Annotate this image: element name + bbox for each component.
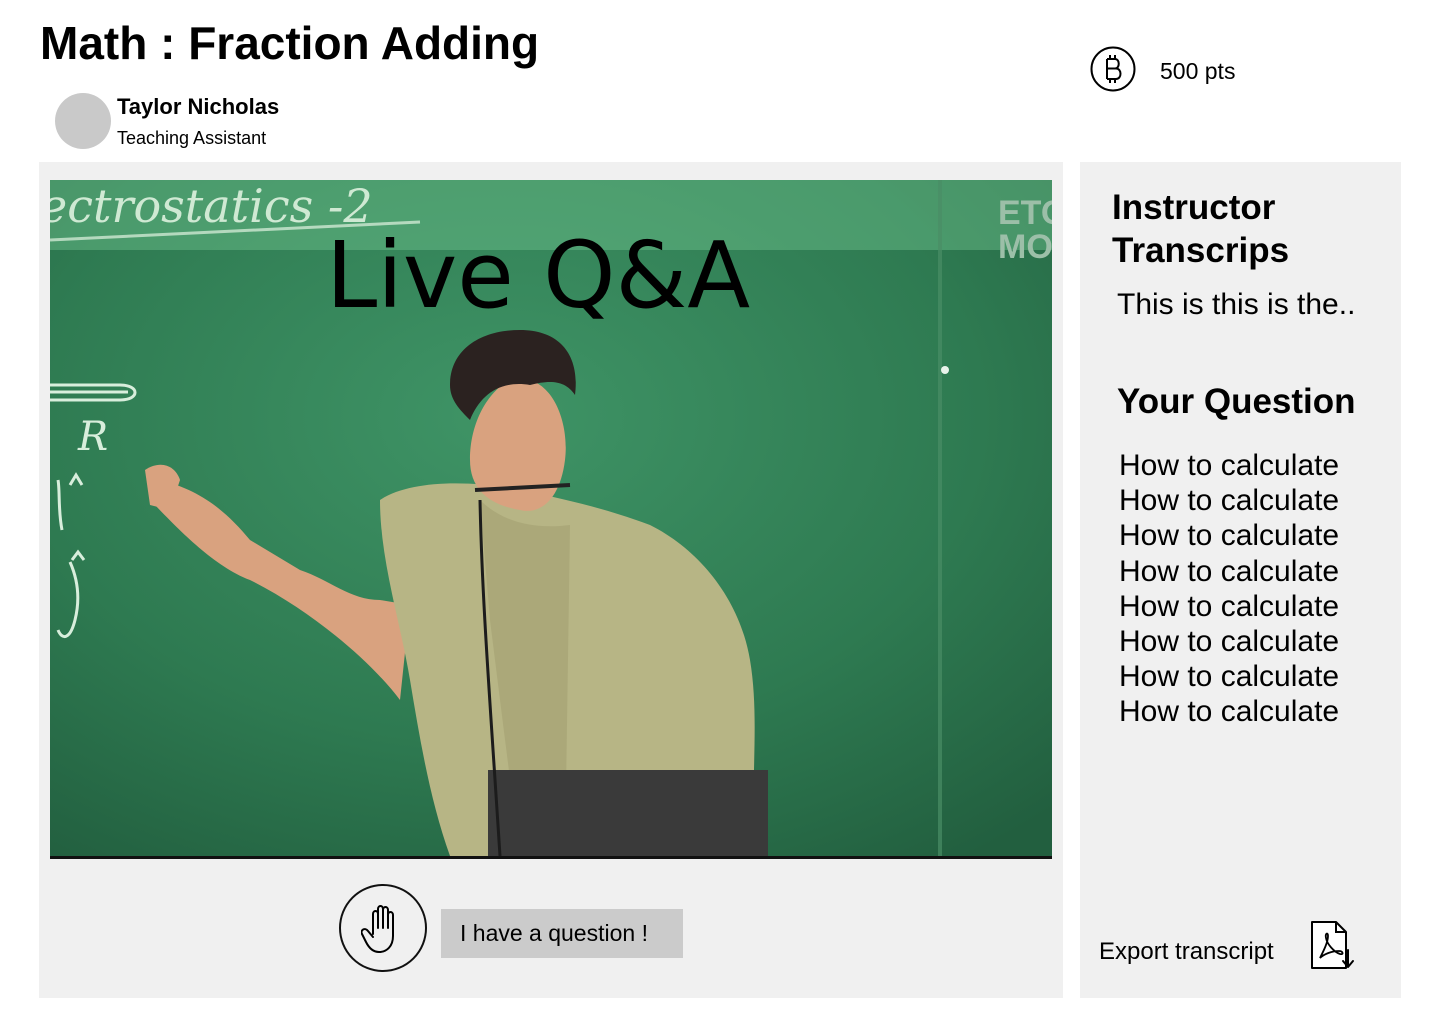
board-letter-r: R: [77, 414, 108, 460]
live-qa-page: Math : Fraction Adding Taylor Nicholas T…: [0, 0, 1440, 1024]
question-item[interactable]: How to calculate: [1119, 448, 1339, 483]
question-list: How to calculate How to calculate How to…: [1119, 448, 1339, 730]
question-item[interactable]: How to calculate: [1119, 518, 1339, 553]
ta-name: Taylor Nicholas: [117, 94, 280, 119]
bitcoin-icon: [1090, 46, 1136, 92]
avatar: [55, 93, 111, 149]
question-item[interactable]: How to calculate: [1119, 694, 1339, 729]
question-item[interactable]: How to calculate: [1119, 624, 1339, 659]
question-item[interactable]: How to calculate: [1119, 554, 1339, 589]
export-transcript-link[interactable]: Export transcript: [1099, 938, 1274, 966]
board-heading: ectrostatics -2: [50, 180, 373, 233]
question-item[interactable]: How to calculate: [1119, 483, 1339, 518]
watermark-line2: MO: [998, 228, 1052, 266]
raise-hand-icon: [361, 905, 394, 953]
ta-role: Teaching Assistant: [117, 128, 267, 148]
question-item[interactable]: How to calculate: [1119, 659, 1339, 694]
transcript-text: This is this is the..: [1117, 288, 1356, 321]
your-question-heading: Your Question: [1117, 382, 1356, 421]
pdf-download-icon[interactable]: [1310, 920, 1356, 972]
live-qa-title: Live Q&A: [326, 222, 751, 329]
watermark-line1: ETO: [998, 194, 1052, 232]
raise-hand-button[interactable]: [339, 884, 427, 972]
video-panel: ectrostatics -2 ETO MO R: [39, 162, 1063, 998]
ask-question-button[interactable]: I have a question !: [441, 909, 683, 958]
transcript-panel: Instructor Transcrips This is this is th…: [1080, 162, 1401, 998]
transcript-heading: Instructor Transcrips: [1112, 188, 1290, 270]
page-title: Math : Fraction Adding: [40, 17, 540, 69]
points-balance: 500 pts: [1160, 58, 1236, 84]
live-video[interactable]: ectrostatics -2 ETO MO R: [50, 180, 1052, 859]
question-item[interactable]: How to calculate: [1119, 589, 1339, 624]
